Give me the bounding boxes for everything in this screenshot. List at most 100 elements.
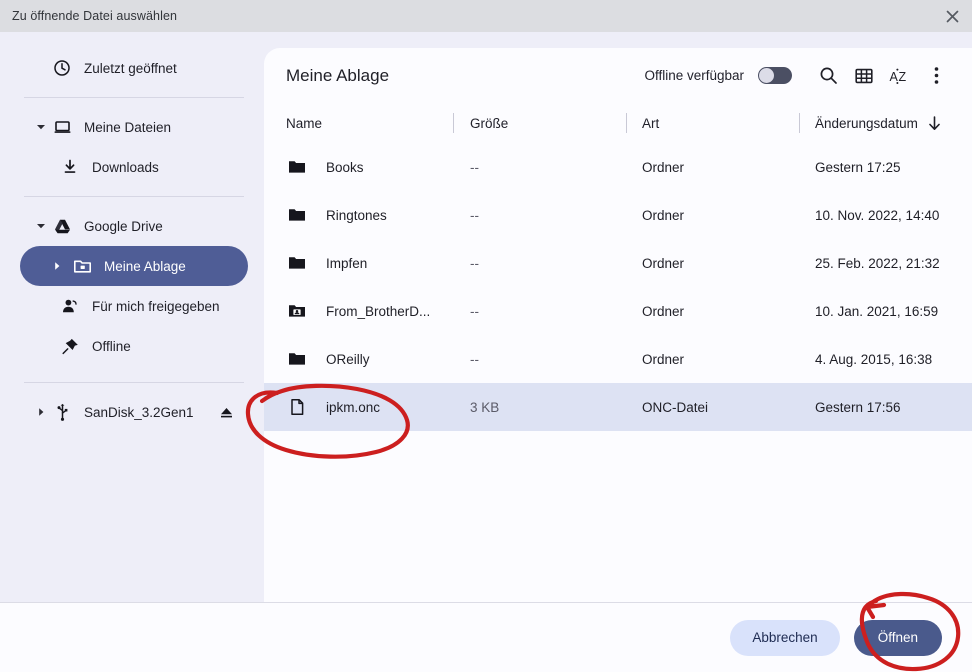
column-header-size[interactable]: Größe	[453, 103, 626, 143]
table-row[interactable]: ipkm.onc 3 KB ONC-Datei Gestern 17:56	[264, 383, 972, 431]
column-separator	[626, 113, 627, 133]
column-label: Name	[286, 115, 323, 131]
download-icon	[58, 158, 82, 176]
svg-text:A: A	[890, 70, 899, 84]
more-options-icon[interactable]	[918, 58, 954, 94]
file-list: Books -- Ordner Gestern 17:25 Ringtones …	[264, 143, 972, 431]
column-headers: Name Größe Art Änderungsdatum	[264, 103, 972, 143]
sidebar-item-label: Meine Dateien	[84, 119, 172, 135]
column-header-type[interactable]: Art	[626, 103, 799, 143]
close-icon[interactable]	[932, 0, 972, 32]
cell-type: Ordner	[642, 255, 685, 271]
cell-name: Ringtones	[264, 191, 453, 239]
chevron-down-icon[interactable]	[32, 221, 50, 231]
sidebar-item-shared-with-me[interactable]: Für mich freigegeben	[20, 286, 248, 326]
chevron-right-icon[interactable]	[32, 407, 50, 417]
folder-icon	[286, 158, 308, 176]
cell-type: Ordner	[642, 159, 685, 175]
cell-name: Books	[264, 143, 453, 191]
sidebar-item-label: Google Drive	[84, 218, 163, 234]
cancel-button[interactable]: Abbrechen	[730, 619, 840, 656]
shared-folder-icon	[286, 302, 308, 320]
sidebar-item-recent[interactable]: Zuletzt geöffnet	[20, 48, 248, 88]
table-row[interactable]: From_BrotherD... -- Ordner 10. Jan. 2021…	[264, 287, 972, 335]
column-label: Größe	[470, 115, 509, 131]
page-title: Meine Ablage	[286, 65, 390, 85]
cell-date: 4. Aug. 2015, 16:38	[815, 351, 933, 367]
column-separator	[453, 113, 454, 133]
cell-date: 25. Feb. 2022, 21:32	[815, 255, 940, 271]
sidebar-item-offline[interactable]: Offline	[20, 326, 248, 366]
cell-size: --	[470, 351, 479, 367]
clock-icon	[50, 59, 74, 77]
grid-view-icon[interactable]	[846, 58, 882, 94]
cell-size: --	[470, 303, 479, 319]
sort-descending-arrow-icon	[928, 115, 941, 131]
table-row[interactable]: OReilly -- Ordner 4. Aug. 2015, 16:38	[264, 335, 972, 383]
panel-header: Meine Ablage Offline verfügbar A Z	[264, 48, 972, 103]
sidebar-item-label: Offline	[92, 338, 131, 354]
toggle-knob	[759, 68, 774, 83]
computer-icon	[50, 118, 74, 137]
dialog-footer: Abbrechen Öffnen	[0, 602, 972, 672]
cell-type: Ordner	[642, 207, 685, 223]
header-toolbar: Offline verfügbar A Z	[644, 58, 954, 94]
search-icon[interactable]	[810, 58, 846, 94]
sidebar-divider	[24, 97, 244, 98]
file-browser-panel: Meine Ablage Offline verfügbar A Z Name …	[264, 48, 972, 602]
sidebar-item-label: Für mich freigegeben	[92, 298, 220, 314]
sidebar-item-label: Meine Ablage	[104, 258, 186, 274]
cell-size: 3 KB	[470, 399, 500, 415]
sidebar-item-label: SanDisk_3.2Gen1	[84, 404, 194, 420]
sidebar-item-my-files[interactable]: Meine Dateien	[20, 107, 248, 147]
chevron-down-icon[interactable]	[32, 122, 50, 132]
file-name: OReilly	[326, 351, 370, 367]
file-name: Ringtones	[326, 207, 387, 223]
table-row[interactable]: Impfen -- Ordner 25. Feb. 2022, 21:32	[264, 239, 972, 287]
google-drive-icon	[50, 217, 74, 236]
file-icon	[286, 398, 308, 416]
cell-type: Ordner	[642, 351, 685, 367]
cell-name: OReilly	[264, 335, 453, 383]
folder-icon	[286, 206, 308, 224]
column-header-date[interactable]: Änderungsdatum	[799, 103, 972, 143]
file-picker-dialog: Zu öffnende Datei auswählen Zuletzt geöf…	[0, 0, 972, 672]
sidebar-divider	[24, 382, 244, 383]
sort-az-icon[interactable]: A Z	[882, 58, 918, 94]
sidebar-divider	[24, 196, 244, 197]
cell-name: From_BrotherD...	[264, 287, 453, 335]
column-label: Art	[642, 115, 660, 131]
folder-icon	[286, 350, 308, 368]
shared-with-me-icon	[58, 297, 82, 316]
cell-name: ipkm.onc	[264, 383, 453, 431]
cell-name: Impfen	[264, 239, 453, 287]
open-button[interactable]: Öffnen	[853, 619, 942, 656]
usb-icon	[50, 403, 74, 422]
cell-type: Ordner	[642, 303, 685, 319]
sidebar-item-label: Zuletzt geöffnet	[84, 60, 177, 76]
sidebar-item-downloads[interactable]: Downloads	[20, 147, 248, 187]
column-header-name[interactable]: Name	[264, 103, 453, 143]
offline-available-toggle[interactable]	[758, 67, 792, 84]
eject-icon[interactable]	[216, 402, 236, 422]
table-row[interactable]: Books -- Ordner Gestern 17:25	[264, 143, 972, 191]
file-name: Impfen	[326, 255, 368, 271]
window-title: Zu öffnende Datei auswählen	[12, 9, 178, 23]
chevron-right-icon[interactable]	[48, 261, 66, 271]
dialog-body: Zuletzt geöffnet Meine Dateien Downloads…	[0, 32, 972, 602]
cell-type: ONC-Datei	[642, 399, 709, 415]
cell-size: --	[470, 207, 479, 223]
cell-date: Gestern 17:25	[815, 159, 901, 175]
file-name: ipkm.onc	[326, 399, 381, 415]
offline-available-label: Offline verfügbar	[644, 68, 744, 83]
sidebar-item-sandisk[interactable]: SanDisk_3.2Gen1	[20, 392, 248, 432]
table-row[interactable]: Ringtones -- Ordner 10. Nov. 2022, 14:40	[264, 191, 972, 239]
column-separator	[799, 113, 800, 133]
cell-date: Gestern 17:56	[815, 399, 901, 415]
cell-size: --	[470, 159, 479, 175]
sidebar-item-label: Downloads	[92, 159, 159, 175]
sidebar-item-google-drive[interactable]: Google Drive	[20, 206, 248, 246]
my-drive-folder-icon	[70, 257, 94, 276]
sidebar-item-my-drive[interactable]: Meine Ablage	[20, 246, 248, 286]
file-name: From_BrotherD...	[326, 303, 431, 319]
